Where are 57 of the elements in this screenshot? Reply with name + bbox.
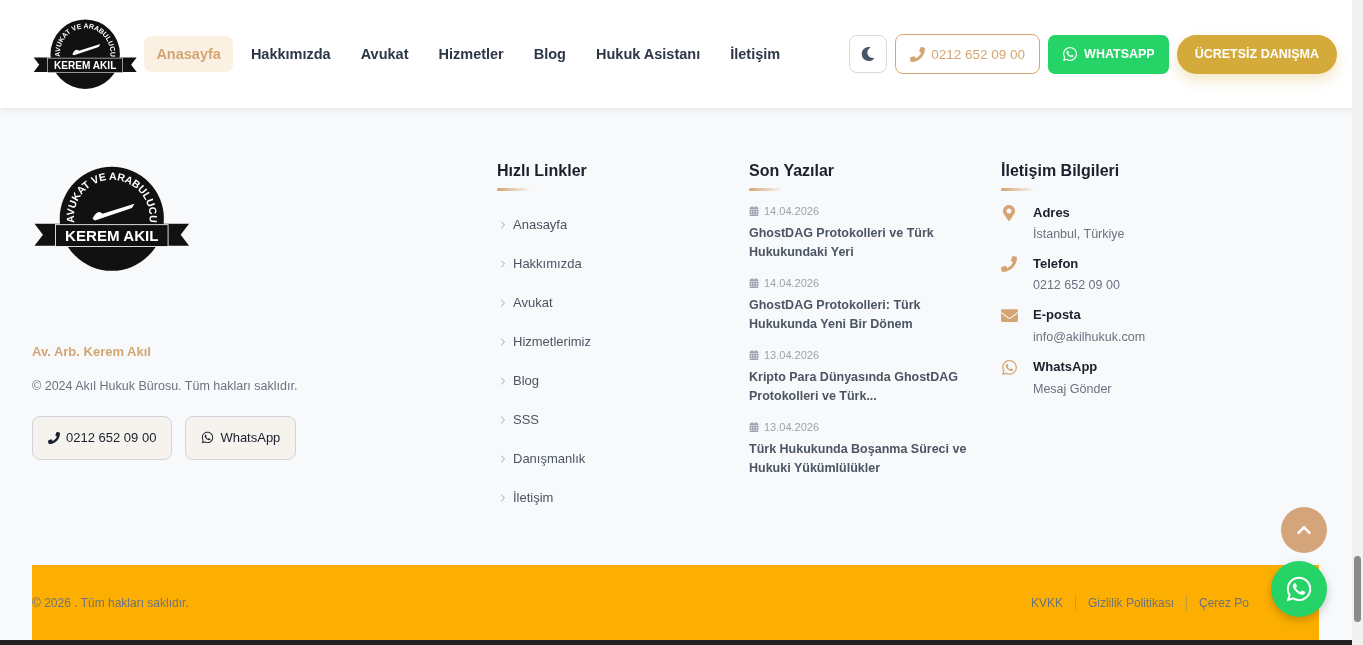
nav-link[interactable]: Hakkımızda xyxy=(238,36,343,72)
post-title-link[interactable]: GhostDAG Protokolleri ve Türk Hukukundaki Yeri xyxy=(749,224,979,262)
whatsapp-icon xyxy=(1062,46,1079,62)
post-date: 14.04.2026 xyxy=(749,277,1001,289)
copyright-text: © 2024 Akıl Hukuk Bürosu. Tüm hakları saklıdır. xyxy=(32,378,299,393)
footer-link[interactable]: SSS xyxy=(497,400,749,439)
phone-button[interactable]: 0212 652 09 00 xyxy=(32,415,173,460)
contact-label: Telefon xyxy=(1033,256,1080,272)
post-date: 14.04.2026 xyxy=(749,205,1001,217)
section-heading: İletişim Bilgileri xyxy=(1001,161,1121,180)
phone-icon xyxy=(910,46,926,62)
section-heading: Hızlı Linkler xyxy=(497,161,588,180)
footer-link[interactable]: Anasayfa xyxy=(497,205,749,244)
nav-link[interactable]: Blog xyxy=(521,36,578,72)
scrollbar-thumb[interactable] xyxy=(1354,556,1361,622)
contact-label: WhatsApp xyxy=(1033,359,1099,376)
calendar-icon xyxy=(749,350,759,360)
phone-icon xyxy=(1001,256,1017,272)
post-title-link[interactable]: GhostDAG Protokolleri: Türk Hukukunda Yeni Bir Dönem xyxy=(749,296,979,334)
map-pin-icon xyxy=(1001,205,1017,221)
nav-link[interactable]: Hizmetler xyxy=(426,36,516,72)
calendar-icon xyxy=(749,422,759,432)
contact-value: İstanbul, Türkiye xyxy=(1033,227,1126,241)
nav-link[interactable]: Hukuk Asistanı xyxy=(584,36,713,72)
contact-label: E-posta xyxy=(1033,307,1082,324)
whatsapp-button[interactable]: WhatsApp xyxy=(185,415,297,460)
post-title-link[interactable]: Türk Hukukunda Boşanma Süreci ve Hukuki Yükümlülükler xyxy=(749,440,979,478)
phone-icon xyxy=(48,431,60,444)
footer-link[interactable]: Hakkımızda xyxy=(497,244,749,283)
envelope-icon xyxy=(1001,307,1018,324)
footer-link[interactable]: Danışmanlık xyxy=(497,439,749,478)
theme-toggle-button[interactable] xyxy=(849,35,888,73)
whatsapp-icon xyxy=(201,431,215,445)
lawyer-name: Av. Arb. Kerem Akıl xyxy=(32,343,152,359)
footer-link[interactable]: Blog xyxy=(497,361,749,400)
contact-value: 0212 652 09 00 xyxy=(1033,278,1121,292)
post-date: 13.04.2026 xyxy=(749,349,1001,361)
footer-link[interactable]: İletişim xyxy=(497,478,749,517)
contact-value: Mesaj Gönder xyxy=(1033,382,1113,396)
post-date: 13.04.2026 xyxy=(749,421,1001,433)
contact-value: info@akilhukuk.com xyxy=(1033,330,1147,344)
nav-link[interactable]: Avukat xyxy=(348,36,421,72)
calendar-icon xyxy=(749,206,759,216)
footer-link[interactable]: Hizmetlerimiz xyxy=(497,322,749,361)
whatsapp-icon xyxy=(1285,575,1313,603)
post-title-link[interactable]: Kripto Para Dünyasında GhostDAG Protokolleri ve Türk... xyxy=(749,368,979,406)
footer-link[interactable]: Avukat xyxy=(497,283,749,322)
moon-icon xyxy=(861,47,876,61)
whatsapp-chat-button[interactable] xyxy=(1271,561,1327,617)
scrollbar[interactable] xyxy=(1352,0,1363,645)
contact-label: Adres xyxy=(1033,205,1071,221)
whatsapp-icon xyxy=(1001,359,1018,376)
scroll-top-button[interactable] xyxy=(1281,507,1327,553)
calendar-icon xyxy=(749,278,759,288)
nav-link[interactable]: İletişim xyxy=(718,36,793,72)
section-heading: Son Yazılar xyxy=(749,161,836,180)
copyright-text: © 2026 . Tüm hakları saklıdır. xyxy=(32,595,189,610)
